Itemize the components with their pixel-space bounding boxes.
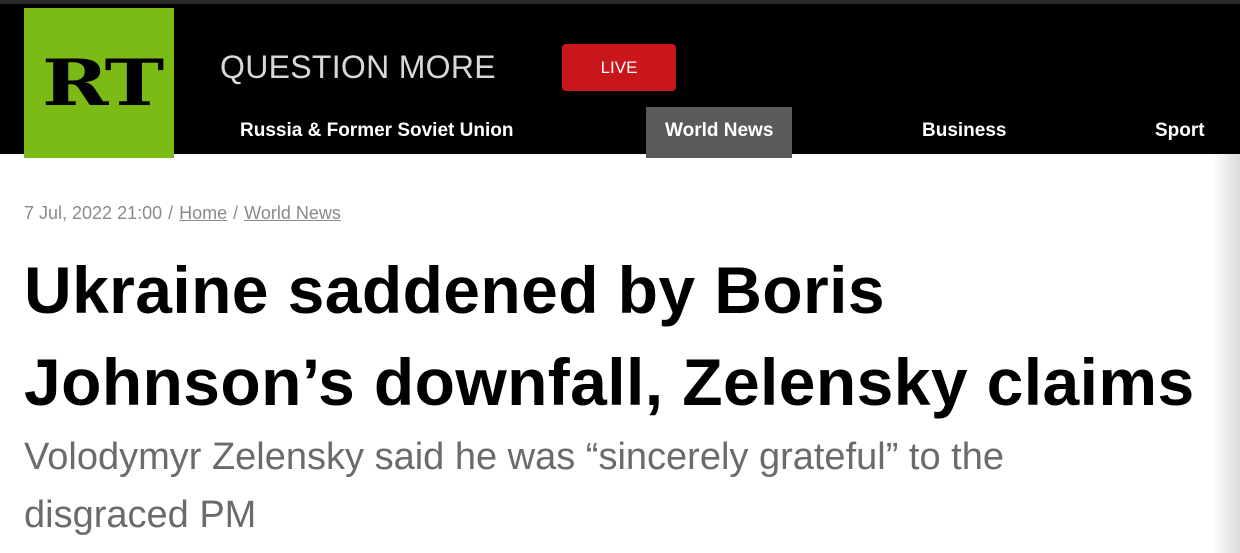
article-content: 7 Jul, 2022 21:00/Home / World News Ukrain… <box>0 154 1240 553</box>
article-meta: 7 Jul, 2022 21:00/Home / World News <box>24 202 341 224</box>
summary-line: disgraced PM <box>24 494 257 536</box>
nav-item-business[interactable]: Business <box>922 107 1006 158</box>
nav-item-russia-former-soviet-union[interactable]: Russia & Former Soviet Union <box>240 107 513 158</box>
article-date: 7 Jul, 2022 21:00 <box>24 203 163 223</box>
site-header: RT QUESTION MORE LIVE Russia & Former So… <box>0 0 1240 158</box>
site-slogan: QUESTION MORE <box>220 49 496 85</box>
breadcrumb-separator: / <box>168 203 174 223</box>
headline-line: Johnson’s downfall, Zelensky claims <box>24 345 1195 419</box>
breadcrumb-home-link[interactable]: Home <box>179 203 227 223</box>
article-headline: Ukraine saddened by Boris Johnson’s down… <box>24 244 1240 428</box>
headline-line: Ukraine saddened by Boris <box>24 253 885 327</box>
breadcrumb-world-news-link[interactable]: World News <box>244 203 341 223</box>
rt-logo[interactable]: RT <box>24 8 174 158</box>
logo-text: RT <box>42 46 164 121</box>
nav-item-sport[interactable]: Sport <box>1155 107 1205 158</box>
scroll-fade-overlay <box>1212 154 1240 553</box>
article-summary: Volodymyr Zelensky said he was “sincerel… <box>24 428 1124 544</box>
breadcrumb-separator: / <box>233 203 239 223</box>
live-button[interactable]: LIVE <box>562 44 676 91</box>
summary-line: Volodymyr Zelensky said he was “sincerel… <box>24 436 1004 478</box>
nav-item-world-news[interactable]: World News <box>646 107 793 158</box>
